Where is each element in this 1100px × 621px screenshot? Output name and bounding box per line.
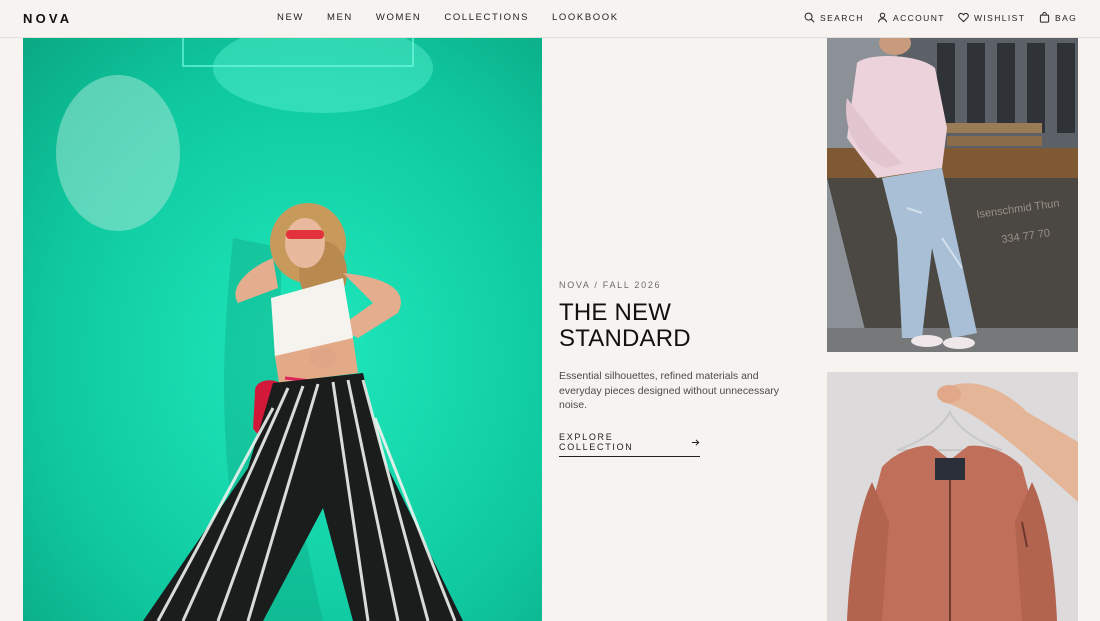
user-icon (877, 12, 888, 23)
explore-collection-link[interactable]: EXPLORE COLLECTION (559, 432, 700, 457)
product-image-bomber-jacket[interactable] (827, 372, 1078, 621)
utility-nav: SEARCH ACCOUNT WISHLIST BAG (0, 12, 1100, 26)
hero-headline: THE NEW STANDARD (559, 299, 691, 352)
bag-icon (1039, 12, 1050, 23)
wishlist-label: WISHLIST (974, 12, 1026, 23)
arrow-right-icon (691, 438, 700, 447)
hero-description: Essential silhouettes, refined materials… (559, 370, 780, 411)
account-button[interactable]: ACCOUNT (877, 12, 945, 23)
search-button[interactable]: SEARCH (804, 12, 864, 23)
bag-button[interactable]: BAG (1039, 12, 1077, 23)
account-label: ACCOUNT (893, 12, 945, 23)
hero-eyebrow: NOVA / FALL 2026 (559, 280, 662, 290)
search-icon (804, 12, 815, 23)
bag-label: BAG (1055, 12, 1078, 23)
product-image-man-pink-sweater[interactable]: Isenschmid Thun 334 77 70 (827, 38, 1078, 352)
site-header: NOVA NEW MEN WOMEN COLLECTIONS LOOKBOOK … (0, 0, 1100, 38)
heart-icon (958, 12, 969, 23)
hero-image-woman-teal-wall[interactable] (23, 38, 542, 621)
wishlist-button[interactable]: WISHLIST (958, 12, 1025, 23)
cta-label: EXPLORE COLLECTION (559, 432, 634, 452)
search-label: SEARCH (820, 12, 864, 23)
